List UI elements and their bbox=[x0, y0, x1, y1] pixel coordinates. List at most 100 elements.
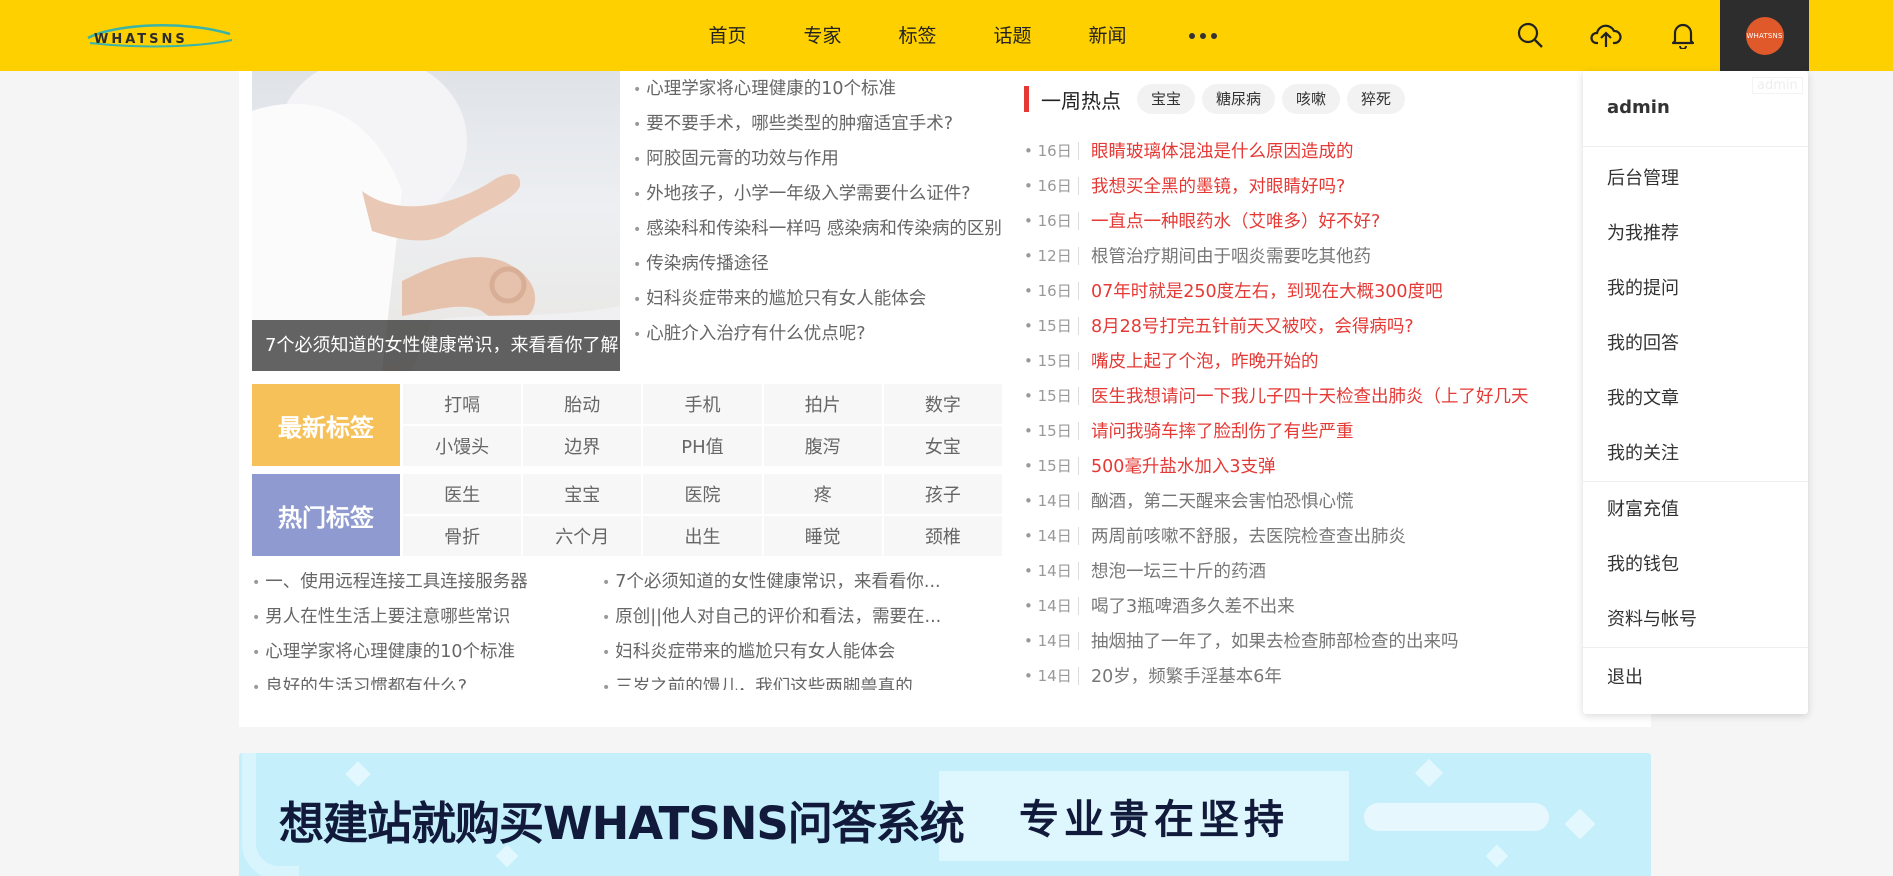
list-item[interactable]: • 阿胶固元膏的功效与作用 bbox=[633, 144, 1013, 179]
hot-list-item[interactable]: • 14日 喝了3瓶啤酒多久差不出来 bbox=[1024, 588, 1584, 623]
tag-link[interactable]: 打嗝 bbox=[403, 384, 522, 424]
hot-item-title[interactable]: 07年时就是250度左右，到现在大概300度吧 bbox=[1091, 278, 1443, 303]
tag-link[interactable]: 女宝 bbox=[883, 426, 1002, 466]
tag-link[interactable]: 胎动 bbox=[523, 384, 642, 424]
list-item[interactable]: • 要不要手术，哪些类型的肿瘤适宜手术? bbox=[633, 109, 1013, 144]
divider bbox=[1078, 211, 1079, 230]
hot-list-item[interactable]: • 15日 请问我骑车摔了脸刮伤了有些严重 bbox=[1024, 413, 1584, 448]
menu-my-articles[interactable]: 我的文章 bbox=[1583, 371, 1808, 426]
menu-wallet[interactable]: 我的钱包 bbox=[1583, 537, 1808, 592]
list-item[interactable]: • 心理学家将心理健康的10个标准 bbox=[252, 638, 602, 673]
list-item[interactable]: • 原创||他人对自己的评价和看法，需要在... bbox=[602, 603, 952, 638]
hot-tag[interactable]: 糖尿病 bbox=[1202, 84, 1276, 114]
list-item[interactable]: • 心理学家将心理健康的10个标准 bbox=[633, 74, 1013, 109]
tag-link[interactable]: 睡觉 bbox=[763, 516, 882, 556]
nav-home[interactable]: 首页 bbox=[680, 0, 775, 71]
hot-list-item[interactable]: • 14日 酗酒，第二天醒来会害怕恐惧心慌 bbox=[1024, 483, 1584, 518]
tag-link[interactable]: 骨折 bbox=[403, 516, 522, 556]
hot-item-title[interactable]: 喝了3瓶啤酒多久差不出来 bbox=[1091, 593, 1295, 618]
hot-list-item[interactable]: • 16日 我想买全黑的墨镜，对眼睛好吗? bbox=[1024, 168, 1584, 203]
tag-link[interactable]: 数字 bbox=[883, 384, 1002, 424]
hot-tag[interactable]: 猝死 bbox=[1347, 84, 1406, 114]
list-item[interactable]: • 外地孩子，小学一年级入学需要什么证件? bbox=[633, 179, 1013, 214]
tag-link[interactable]: 孩子 bbox=[883, 474, 1002, 514]
menu-my-answers[interactable]: 我的回答 bbox=[1583, 316, 1808, 371]
menu-recommend[interactable]: 为我推荐 bbox=[1583, 206, 1808, 261]
hot-item-title[interactable]: 根管治疗期间由于咽炎需要吃其他药 bbox=[1091, 243, 1371, 268]
hot-list-item[interactable]: • 15日 8月28号打完五针前天又被咬，会得病吗? bbox=[1024, 308, 1584, 343]
tag-link[interactable]: 出生 bbox=[643, 516, 762, 556]
tag-link[interactable]: 边界 bbox=[523, 426, 642, 466]
hot-item-title[interactable]: 酗酒，第二天醒来会害怕恐惧心慌 bbox=[1091, 488, 1354, 513]
hot-tag[interactable]: 宝宝 bbox=[1137, 84, 1196, 114]
hot-item-title[interactable]: 8月28号打完五针前天又被咬，会得病吗? bbox=[1091, 313, 1414, 338]
hot-item-title[interactable]: 眼睛玻璃体混浊是什么原因造成的 bbox=[1091, 138, 1354, 163]
hot-item-title[interactable]: 一直点一种眼药水（艾唯多）好不好? bbox=[1091, 208, 1380, 233]
hot-item-title[interactable]: 两周前咳嗽不舒服，去医院检查查出肺炎 bbox=[1091, 523, 1406, 548]
nav-topics[interactable]: 话题 bbox=[965, 0, 1060, 71]
menu-admin-panel[interactable]: 后台管理 bbox=[1583, 151, 1808, 206]
nav-experts[interactable]: 专家 bbox=[775, 0, 870, 71]
more-icon[interactable] bbox=[1155, 0, 1250, 71]
hero-image[interactable]: 7个必须知道的女性健康常识，来看看你了解 bbox=[252, 71, 620, 371]
hot-tag[interactable]: 咳嗽 bbox=[1282, 84, 1341, 114]
hot-item-title[interactable]: 抽烟抽了一年了，如果去检查肺部检查的出来吗 bbox=[1091, 628, 1459, 653]
hot-list-item[interactable]: • 14日 想泡一坛三十斤的药酒 bbox=[1024, 553, 1584, 588]
bell-icon[interactable] bbox=[1665, 17, 1701, 53]
hot-list-item[interactable]: • 16日 一直点一种眼药水（艾唯多）好不好? bbox=[1024, 203, 1584, 238]
hot-item-date: • 14日 bbox=[1024, 562, 1072, 580]
hot-item-date: • 16日 bbox=[1024, 177, 1072, 195]
list-item[interactable]: • 传染病传播途径 bbox=[633, 249, 1013, 284]
hot-list-item[interactable]: • 15日 医生我想请问一下我儿子四十天检查出肺炎（上了好几天 bbox=[1024, 378, 1584, 413]
hot-list-item[interactable]: • 15日 嘴皮上起了个泡，昨晚开始的 bbox=[1024, 343, 1584, 378]
search-icon[interactable] bbox=[1512, 17, 1548, 53]
tag-link[interactable]: 拍片 bbox=[763, 384, 882, 424]
hero-caption[interactable]: 7个必须知道的女性健康常识，来看看你了解 bbox=[252, 320, 620, 371]
hot-item-title[interactable]: 想泡一坛三十斤的药酒 bbox=[1091, 558, 1266, 583]
list-item[interactable]: • 7个必须知道的女性健康常识，来看看你... bbox=[602, 568, 952, 603]
tag-link[interactable]: 疼 bbox=[763, 474, 882, 514]
tag-link[interactable]: 颈椎 bbox=[883, 516, 1002, 556]
hero-article-list: • 心理学家将心理健康的10个标准 • 要不要手术，哪些类型的肿瘤适宜手术? • 阿胶… bbox=[633, 74, 1013, 354]
tag-link[interactable]: 宝宝 bbox=[523, 474, 642, 514]
hot-list-item[interactable]: • 15日 500毫升盐水加入3支弹 bbox=[1024, 448, 1584, 483]
list-item[interactable]: • 感染科和传染科一样吗 感染病和传染病的区别 bbox=[633, 214, 1013, 249]
list-item[interactable]: • 妇科炎症带来的尴尬只有女人能体会 bbox=[633, 284, 1013, 319]
upload-cloud-icon[interactable] bbox=[1588, 17, 1624, 53]
hot-list-item[interactable]: • 16日 眼睛玻璃体混浊是什么原因造成的 bbox=[1024, 133, 1584, 168]
hot-item-title[interactable]: 嘴皮上起了个泡，昨晚开始的 bbox=[1091, 348, 1319, 373]
tag-link[interactable]: 医生 bbox=[403, 474, 522, 514]
tag-link[interactable]: 六个月 bbox=[523, 516, 642, 556]
site-logo[interactable]: WHATSNS bbox=[84, 22, 234, 52]
tag-link[interactable]: 手机 bbox=[643, 384, 762, 424]
hot-list-item[interactable]: • 12日 根管治疗期间由于咽炎需要吃其他药 bbox=[1024, 238, 1584, 273]
menu-my-questions[interactable]: 我的提问 bbox=[1583, 261, 1808, 316]
hot-item-title[interactable]: 请问我骑车摔了脸刮伤了有些严重 bbox=[1091, 418, 1354, 443]
hot-list-item[interactable]: • 14日 20岁，频繁手淫基本6年 bbox=[1024, 658, 1584, 693]
promo-banner[interactable]: 想建站就购买WHATSNS问答系统 专业贵在坚持 bbox=[239, 753, 1651, 876]
hot-item-title[interactable]: 医生我想请问一下我儿子四十天检查出肺炎（上了好几天 bbox=[1091, 383, 1529, 408]
hot-item-date: • 15日 bbox=[1024, 352, 1072, 370]
menu-logout[interactable]: 退出 bbox=[1583, 650, 1808, 705]
menu-profile-account[interactable]: 资料与帐号 bbox=[1583, 592, 1808, 647]
user-avatar-button[interactable]: WHATSNS bbox=[1720, 0, 1809, 71]
tag-link[interactable]: PH值 bbox=[643, 426, 762, 466]
hot-item-title[interactable]: 我想买全黑的墨镜，对眼睛好吗? bbox=[1091, 173, 1345, 198]
hot-item-title[interactable]: 500毫升盐水加入3支弹 bbox=[1091, 453, 1276, 478]
nav-news[interactable]: 新闻 bbox=[1060, 0, 1155, 71]
tag-link[interactable]: 小馒头 bbox=[403, 426, 522, 466]
hot-item-date: • 16日 bbox=[1024, 212, 1072, 230]
hot-list-item[interactable]: • 14日 抽烟抽了一年了，如果去检查肺部检查的出来吗 bbox=[1024, 623, 1584, 658]
nav-tags[interactable]: 标签 bbox=[870, 0, 965, 71]
list-item[interactable]: • 妇科炎症带来的尴尬只有女人能体会 bbox=[602, 638, 952, 673]
menu-my-follows[interactable]: 我的关注 bbox=[1583, 426, 1808, 481]
hot-list-item[interactable]: • 14日 两周前咳嗽不舒服，去医院检查查出肺炎 bbox=[1024, 518, 1584, 553]
tag-link[interactable]: 医院 bbox=[643, 474, 762, 514]
hot-item-title[interactable]: 20岁，频繁手淫基本6年 bbox=[1091, 663, 1282, 688]
list-item[interactable]: • 一、使用远程连接工具连接服务器 bbox=[252, 568, 602, 603]
menu-recharge[interactable]: 财富充值 bbox=[1583, 482, 1808, 537]
list-item[interactable]: • 男人在性生活上要注意哪些常识 bbox=[252, 603, 602, 638]
hot-list-item[interactable]: • 16日 07年时就是250度左右，到现在大概300度吧 bbox=[1024, 273, 1584, 308]
list-item[interactable]: • 心脏介入治疗有什么优点呢? bbox=[633, 319, 1013, 354]
tag-link[interactable]: 腹泻 bbox=[763, 426, 882, 466]
